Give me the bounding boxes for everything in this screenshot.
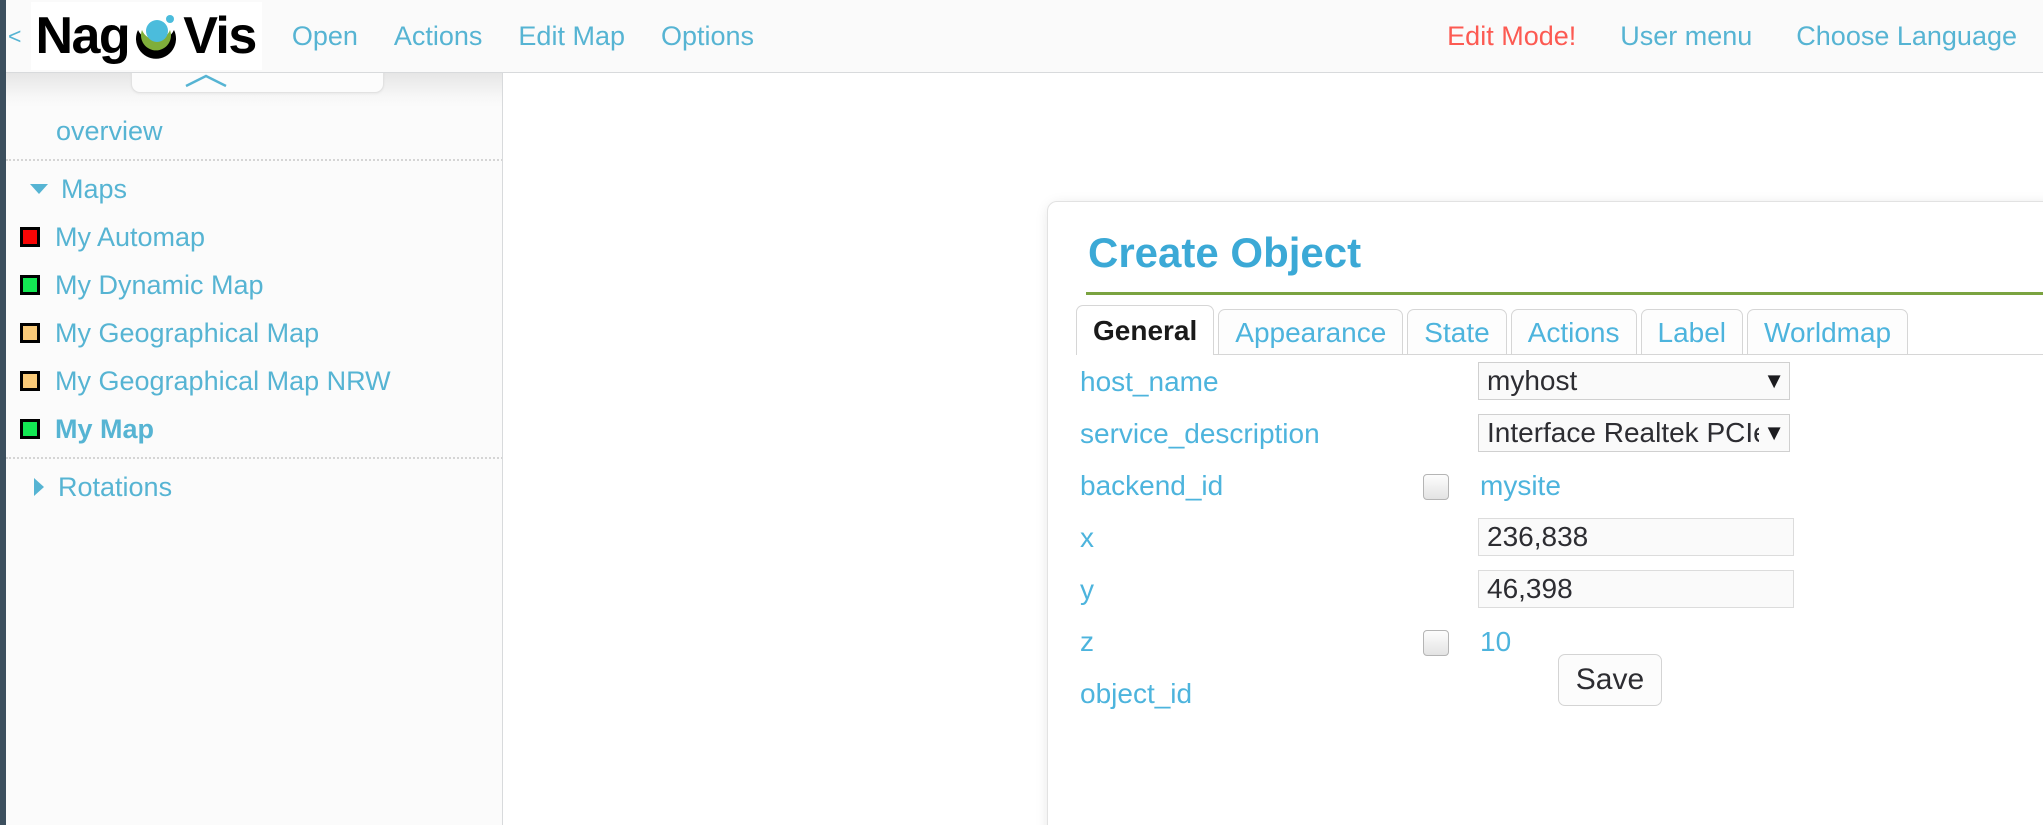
nav-options[interactable]: Options bbox=[661, 21, 754, 52]
y-input[interactable] bbox=[1478, 570, 1794, 608]
sidebar-item-label: My Geographical Map bbox=[55, 318, 319, 349]
nagvis-logo[interactable]: Nag Vis bbox=[31, 2, 261, 70]
sidebar-item-label: My Map bbox=[55, 414, 154, 445]
tab-worldmap[interactable]: Worldmap bbox=[1747, 309, 1908, 355]
map-canvas: Create Object X General Appearance State… bbox=[504, 74, 2043, 825]
status-square-icon bbox=[20, 371, 40, 391]
backend-id-checkbox[interactable] bbox=[1423, 474, 1449, 500]
label-service-description: service_description bbox=[1080, 414, 1320, 454]
sidebar-group-label: Maps bbox=[61, 174, 127, 205]
sidebar-item-label: overview bbox=[56, 116, 163, 147]
nav-edit-mode[interactable]: Edit Mode! bbox=[1447, 21, 1576, 52]
status-square-icon bbox=[20, 275, 40, 295]
sidebar-collapse-box[interactable] bbox=[131, 73, 384, 93]
tab-state[interactable]: State bbox=[1407, 309, 1506, 355]
status-square-icon bbox=[20, 323, 40, 343]
header-right-nav: Edit Mode! User menu Choose Language bbox=[1447, 21, 2017, 52]
logo-text-nag: Nag bbox=[35, 8, 129, 64]
tab-appearance[interactable]: Appearance bbox=[1218, 309, 1403, 355]
label-host-name: host_name bbox=[1080, 362, 1219, 402]
tab-label[interactable]: Label bbox=[1641, 309, 1744, 355]
left-edge-rail bbox=[0, 0, 6, 825]
form-row-service-description: service_description Interface Realtek PC… bbox=[1048, 414, 2043, 466]
backend-id-value[interactable]: mysite bbox=[1480, 466, 1561, 506]
app-header: < Nag Vis Open Actions Edit Map Options … bbox=[0, 0, 2043, 73]
status-square-icon bbox=[20, 419, 40, 439]
service-description-select[interactable]: Interface Realtek PCIe G ▼ bbox=[1478, 414, 1790, 452]
back-arrow-icon[interactable]: < bbox=[8, 25, 21, 48]
nagvis-orb-icon bbox=[130, 10, 182, 62]
x-input[interactable] bbox=[1478, 518, 1794, 556]
sidebar-item-my-dynamic-map[interactable]: My Dynamic Map bbox=[6, 261, 503, 309]
dialog-accent-rule bbox=[1086, 292, 2043, 295]
triangle-right-icon bbox=[34, 478, 44, 496]
dialog-title: Create Object bbox=[1088, 229, 1361, 277]
chevron-down-icon: ▼ bbox=[1763, 370, 1785, 392]
sidebar-item-my-automap[interactable]: My Automap bbox=[6, 213, 503, 261]
chevron-down-icon: ▼ bbox=[1763, 422, 1785, 444]
sidebar-item-label: My Dynamic Map bbox=[55, 270, 264, 301]
label-x: x bbox=[1080, 518, 1094, 558]
form-row-y: y bbox=[1048, 570, 2043, 622]
label-backend-id: backend_id bbox=[1080, 466, 1223, 506]
sidebar-group-maps[interactable]: Maps bbox=[6, 165, 503, 213]
sidebar-group-label: Rotations bbox=[58, 472, 172, 503]
triangle-down-icon bbox=[30, 184, 48, 194]
status-square-icon bbox=[20, 227, 40, 247]
nav-edit-map[interactable]: Edit Map bbox=[518, 21, 625, 52]
sidebar-item-my-geographical-map[interactable]: My Geographical Map bbox=[6, 309, 503, 357]
sidebar-item-label: My Geographical Map NRW bbox=[55, 366, 391, 397]
nav-user-menu[interactable]: User menu bbox=[1620, 21, 1752, 52]
nav-actions[interactable]: Actions bbox=[394, 21, 483, 52]
tabs-underline bbox=[1076, 354, 2043, 355]
chevron-up-icon bbox=[132, 73, 385, 94]
tab-actions[interactable]: Actions bbox=[1511, 309, 1637, 355]
nav-open[interactable]: Open bbox=[292, 21, 358, 52]
sidebar-item-label: My Automap bbox=[55, 222, 205, 253]
sidebar-divider-2 bbox=[6, 457, 503, 459]
logo-text-vis: Vis bbox=[183, 8, 256, 64]
form-row-backend-id: backend_id mysite bbox=[1048, 466, 2043, 518]
sidebar-group-rotations[interactable]: Rotations bbox=[6, 463, 503, 511]
label-y: y bbox=[1080, 570, 1094, 610]
form-row-host-name: host_name myhost ▼ bbox=[1048, 362, 2043, 414]
tab-general[interactable]: General bbox=[1076, 305, 1214, 355]
header-nav: Open Actions Edit Map Options bbox=[292, 21, 754, 52]
dialog-actions: Save bbox=[1048, 654, 2043, 706]
service-description-value: Interface Realtek PCIe G bbox=[1487, 417, 1759, 449]
host-name-select[interactable]: myhost ▼ bbox=[1478, 362, 1790, 400]
sidebar-item-overview[interactable]: overview bbox=[6, 107, 503, 155]
sidebar-item-my-map[interactable]: My Map bbox=[6, 405, 503, 453]
z-checkbox[interactable] bbox=[1423, 630, 1449, 656]
sidebar-divider-1 bbox=[6, 159, 503, 161]
sidebar: overview Maps My Automap My Dynamic Map … bbox=[6, 73, 503, 825]
create-object-dialog: Create Object X General Appearance State… bbox=[1047, 201, 2043, 825]
nav-choose-language[interactable]: Choose Language bbox=[1796, 21, 2017, 52]
save-button[interactable]: Save bbox=[1558, 654, 1662, 706]
sidebar-item-my-geographical-map-nrw[interactable]: My Geographical Map NRW bbox=[6, 357, 503, 405]
form-row-x: x bbox=[1048, 518, 2043, 570]
dialog-tabs: General Appearance State Actions Label W… bbox=[1076, 305, 2043, 355]
host-name-value: myhost bbox=[1487, 365, 1759, 397]
